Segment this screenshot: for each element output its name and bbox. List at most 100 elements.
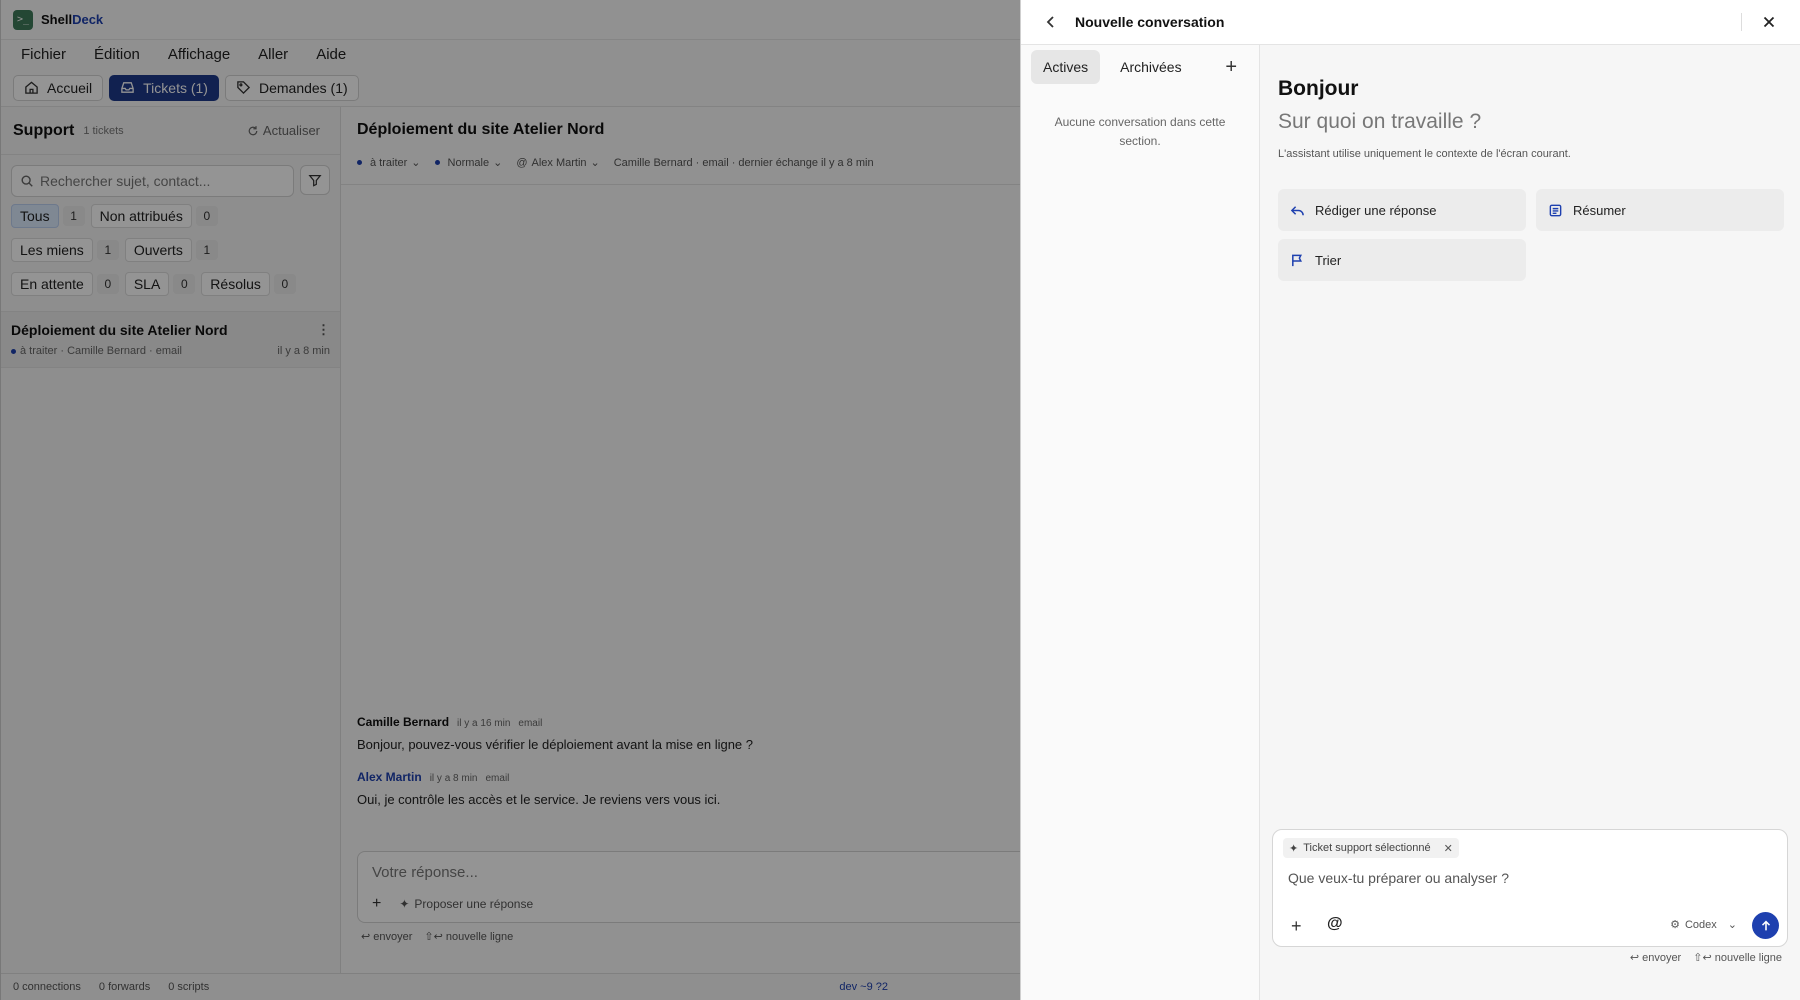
ticket-time: il y a 8 min <box>277 345 330 357</box>
message-author: Camille Bernard <box>357 715 450 729</box>
nav-toolbar: Accueil Tickets (1) Demandes (1) <box>1 69 1020 107</box>
conversation-sidebar: Actives Archivées + Aucune conversation … <box>1021 45 1260 1000</box>
filter-label: Non attribués <box>90 204 192 228</box>
ticket-count: 1 tickets <box>83 124 124 137</box>
requests-label: Demandes (1) <box>258 79 348 96</box>
tickets-button[interactable]: Tickets (1) <box>109 74 219 101</box>
conversation-meta: Camille Bernard · email · dernier échang… <box>613 156 874 169</box>
ticket-more-icon[interactable]: ⋮ <box>317 322 330 338</box>
reply-hints: ↩ envoyer ⇧↩ nouvelle ligne <box>361 930 513 943</box>
model-selector[interactable]: ⚙ Codex ⌄ <box>1670 918 1737 932</box>
at-icon: @ <box>516 156 528 169</box>
draft-reply-button[interactable]: Rédiger une réponse <box>1278 189 1526 231</box>
sparkle-icon: ✦ <box>1289 842 1299 855</box>
ticket-list-header: Support 1 tickets Actualiser <box>1 107 340 155</box>
filter-mine[interactable]: Les miens 1 <box>11 237 119 263</box>
tab-archived[interactable]: Archivées <box>1108 50 1193 84</box>
menu-file[interactable]: Fichier <box>21 46 66 63</box>
filter-count: 1 <box>195 240 218 260</box>
menu-edit[interactable]: Édition <box>94 46 140 63</box>
home-icon <box>25 81 38 94</box>
title-bar: >_ ShellDeck <box>1 0 1020 40</box>
menu-help[interactable]: Aide <box>316 46 346 63</box>
chevron-down-icon: ⌄ <box>411 157 421 169</box>
chevron-down-icon: ⌄ <box>1727 919 1737 931</box>
message-channel: email <box>485 773 510 784</box>
summarize-button[interactable]: Résumer <box>1536 189 1784 231</box>
filter-resolved[interactable]: Résolus 0 <box>201 271 296 297</box>
message-text: Bonjour, pouvez-vous vérifier le déploie… <box>357 737 754 752</box>
close-icon[interactable] <box>1760 13 1778 31</box>
filter-count: 0 <box>96 274 119 294</box>
home-button[interactable]: Accueil <box>13 74 104 101</box>
conversation-title: Déploiement du site Atelier Nord <box>357 121 605 138</box>
context-chip: ✦ Ticket support sélectionné ✕ <box>1283 838 1459 858</box>
priority-value: Normale <box>447 156 490 169</box>
assistant-main: Bonjour Sur quoi on travaille ? L'assist… <box>1260 45 1800 1000</box>
attach-plus-icon[interactable]: + <box>1291 916 1302 937</box>
menu-go[interactable]: Aller <box>258 46 288 63</box>
conversation-header: Déploiement du site Atelier Nord à trait… <box>341 107 1020 185</box>
status-dropdown[interactable]: à traiter ⌄ <box>357 156 421 169</box>
search-icon <box>21 175 33 187</box>
filter-chips: Tous 1 Non attribués 0 Les miens 1 Ouverts 1… <box>1 203 340 297</box>
model-gear-icon: ⚙ <box>1670 919 1680 931</box>
filter-label: SLA <box>124 272 170 296</box>
attach-plus-icon[interactable]: + <box>372 895 381 913</box>
assignee-dropdown[interactable]: @ Alex Martin ⌄ <box>516 156 599 170</box>
menu-view[interactable]: Affichage <box>168 46 230 63</box>
prompt-question: Sur quoi on travaille ? <box>1278 110 1482 133</box>
filter-label: En attente <box>11 272 93 296</box>
refresh-icon <box>248 125 258 135</box>
summarize-label: Résumer <box>1573 202 1626 218</box>
filter-count: 1 <box>62 206 85 226</box>
new-conversation-plus-icon[interactable]: + <box>1225 56 1237 79</box>
tickets-label: Tickets (1) <box>143 79 208 96</box>
ticket-list-item[interactable]: Déploiement du site Atelier Nord ⋮ à tra… <box>1 311 340 368</box>
panel-body: Actives Archivées + Aucune conversation … <box>1021 45 1800 1000</box>
filter-all[interactable]: Tous 1 <box>11 203 85 229</box>
filter-open[interactable]: Ouverts 1 <box>124 237 218 263</box>
mention-at-icon[interactable]: @ <box>1327 915 1343 933</box>
remove-context-icon[interactable]: ✕ <box>1444 842 1453 855</box>
inbox-icon <box>121 82 134 93</box>
app-window: >_ ShellDeck Fichier Édition Affichage A… <box>0 0 1020 1000</box>
ticket-title: Déploiement du site Atelier Nord <box>11 322 228 338</box>
home-label: Accueil <box>47 79 93 96</box>
filter-label: Tous <box>11 204 59 228</box>
filter-label: Ouverts <box>124 238 192 262</box>
search-placeholder: Rechercher sujet, contact... <box>40 173 211 189</box>
refresh-button[interactable]: Actualiser <box>247 123 320 138</box>
assistant-panel: Nouvelle conversation Actives Archivées … <box>1020 0 1800 1000</box>
arrow-up-icon <box>1761 920 1770 930</box>
model-name: Codex <box>1684 918 1717 931</box>
reply-box[interactable]: Votre réponse... + ✦ Proposer une répons… <box>357 851 1020 923</box>
filter-label: Résolus <box>201 272 270 296</box>
message-text: Oui, je contrôle les accès et le service… <box>357 792 721 807</box>
message-time: il y a 8 min <box>429 773 478 784</box>
back-chevron-icon[interactable] <box>1043 14 1059 30</box>
filter-unassigned[interactable]: Non attribués 0 <box>90 203 218 229</box>
ticket-meta: · Camille Bernard · email <box>60 345 183 357</box>
triage-label: Trier <box>1315 252 1342 268</box>
tab-active[interactable]: Actives <box>1031 50 1101 84</box>
requests-button[interactable]: Demandes (1) <box>224 74 359 101</box>
workspace: Support 1 tickets Actualiser Rechercher … <box>1 107 1020 973</box>
flag-icon <box>1292 254 1302 266</box>
priority-dropdown[interactable]: Normale ⌄ <box>434 156 502 169</box>
context-chip-label: Ticket support sélectionné <box>1303 842 1431 854</box>
assistant-composer[interactable]: ✦ Ticket support sélectionné ✕ Que veux-… <box>1272 829 1788 947</box>
status-branch: dev ~9 ?2 <box>839 981 888 993</box>
hint-send: ↩ envoyer <box>361 931 413 943</box>
filter-sla[interactable]: SLA 0 <box>124 271 196 297</box>
empty-state: Aucune conversation dans cette section. <box>1054 115 1226 148</box>
send-button[interactable] <box>1752 912 1779 939</box>
filter-button[interactable] <box>300 165 330 195</box>
triage-button[interactable]: Trier <box>1278 239 1526 281</box>
ticket-search-input[interactable]: Rechercher sujet, contact... <box>11 165 294 197</box>
search-row: Rechercher sujet, contact... <box>1 155 340 203</box>
filter-waiting[interactable]: En attente 0 <box>11 271 119 297</box>
status-scripts: 0 scripts <box>168 981 210 993</box>
propose-reply-button[interactable]: ✦ Proposer une réponse <box>399 897 533 911</box>
conversation-pane: Déploiement du site Atelier Nord à trait… <box>341 107 1020 973</box>
